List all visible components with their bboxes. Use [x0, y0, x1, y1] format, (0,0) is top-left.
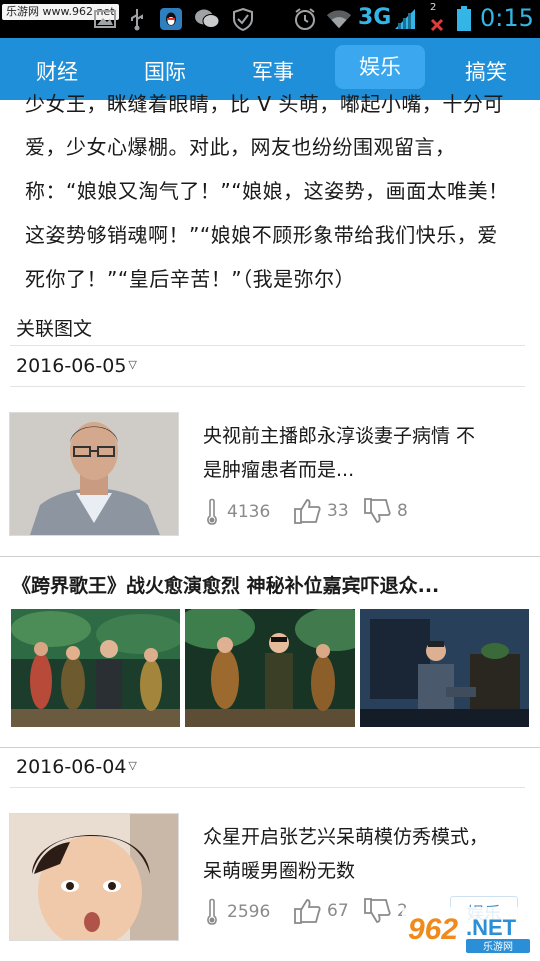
signal-strength-icon — [392, 6, 418, 32]
image-icon — [92, 6, 118, 32]
thumbs-up-icon — [294, 899, 321, 924]
date-header[interactable]: 2016-06-05 ▽ — [16, 355, 137, 377]
news-title-line: 呆萌暖男圈粉无数 — [203, 860, 356, 882]
views-stat: 4136 — [203, 498, 270, 526]
news-title-line: 众星开启张艺兴呆萌模仿秀模式， — [203, 826, 489, 848]
like-count: 33 — [327, 501, 349, 521]
status-bar: 乐游网 www.962.net 3G 2 0:15 — [0, 0, 540, 38]
like-button[interactable]: 67 — [293, 898, 349, 924]
thermometer-icon — [207, 498, 217, 525]
wifi-icon — [326, 6, 352, 32]
like-count: 67 — [327, 901, 349, 921]
gallery-image — [11, 609, 180, 727]
article-text-line: 爱，少女心爆棚。对此，网友也纷纷围观留言， — [25, 135, 456, 159]
article-text-line: 少女王，眯缝着眼睛，比 V 头萌，嘟起小嘴，十分可 — [25, 92, 504, 116]
divider — [0, 556, 540, 557]
date-label: 2016-06-04 — [16, 756, 127, 778]
divider — [0, 747, 540, 748]
tab-entertainment[interactable]: 娱乐 — [335, 45, 425, 89]
views-count: 2596 — [227, 902, 271, 922]
wechat-icon — [194, 6, 220, 32]
qq-icon — [158, 6, 184, 32]
divider — [10, 787, 525, 788]
gallery-image — [185, 609, 355, 727]
news-thumbnail-image — [9, 813, 179, 941]
thumbs-down-icon — [364, 498, 391, 523]
caret-down-icon: ▽ — [128, 759, 137, 772]
thumbs-up-icon — [294, 499, 321, 524]
like-button[interactable]: 33 — [293, 498, 349, 524]
battery-icon — [451, 6, 477, 32]
divider — [10, 345, 525, 346]
date-label: 2016-06-05 — [16, 355, 127, 377]
no-sim-icon — [424, 12, 450, 38]
news-title-line: 央视前主播郎永淳谈妻子病情 不 — [203, 425, 476, 447]
news-title-line: 是肿瘤患者而是... — [203, 459, 355, 481]
views-count: 4136 — [227, 502, 271, 522]
svg-text:.NET: .NET — [466, 915, 517, 940]
date-header[interactable]: 2016-06-04 ▽ — [16, 756, 137, 778]
svg-text:962: 962 — [408, 913, 458, 946]
news-stats: 4136 33 8 — [203, 498, 503, 528]
news-thumbnail-image — [9, 412, 179, 536]
dislike-count: 8 — [397, 501, 408, 521]
views-stat: 2596 — [203, 898, 270, 926]
gallery-title: 《跨界歌王》战火愈演愈烈 神秘补位嘉宾吓退众... — [12, 575, 440, 597]
thermometer-icon — [207, 898, 217, 925]
related-section-title: 关联图文 — [16, 318, 93, 340]
caret-down-icon: ▽ — [128, 358, 137, 371]
article-text-line: 称：“娘娘又淘气了！”“娘娘，这姿势，画面太唯美！ — [25, 179, 509, 203]
dislike-button[interactable]: 8 — [363, 498, 408, 524]
article-text-line: 死你了！”“皇后辛苦！”（我是弥尔） — [25, 267, 356, 291]
site-logo-watermark: 962 .NET 乐游网 — [400, 905, 536, 957]
network-type-label: 3G — [358, 5, 392, 30]
divider — [10, 386, 525, 387]
svg-text:乐游网: 乐游网 — [483, 940, 513, 953]
security-shield-icon — [230, 6, 256, 32]
clock-time: 0:15 — [480, 4, 534, 32]
alarm-clock-icon — [292, 6, 318, 32]
usb-icon — [124, 6, 150, 32]
thumbs-down-icon — [364, 898, 391, 923]
gallery-image — [360, 609, 529, 727]
article-text-line: 这姿势够销魂啊！”“娘娘不顾形象带给我们快乐，爱 — [25, 223, 498, 247]
